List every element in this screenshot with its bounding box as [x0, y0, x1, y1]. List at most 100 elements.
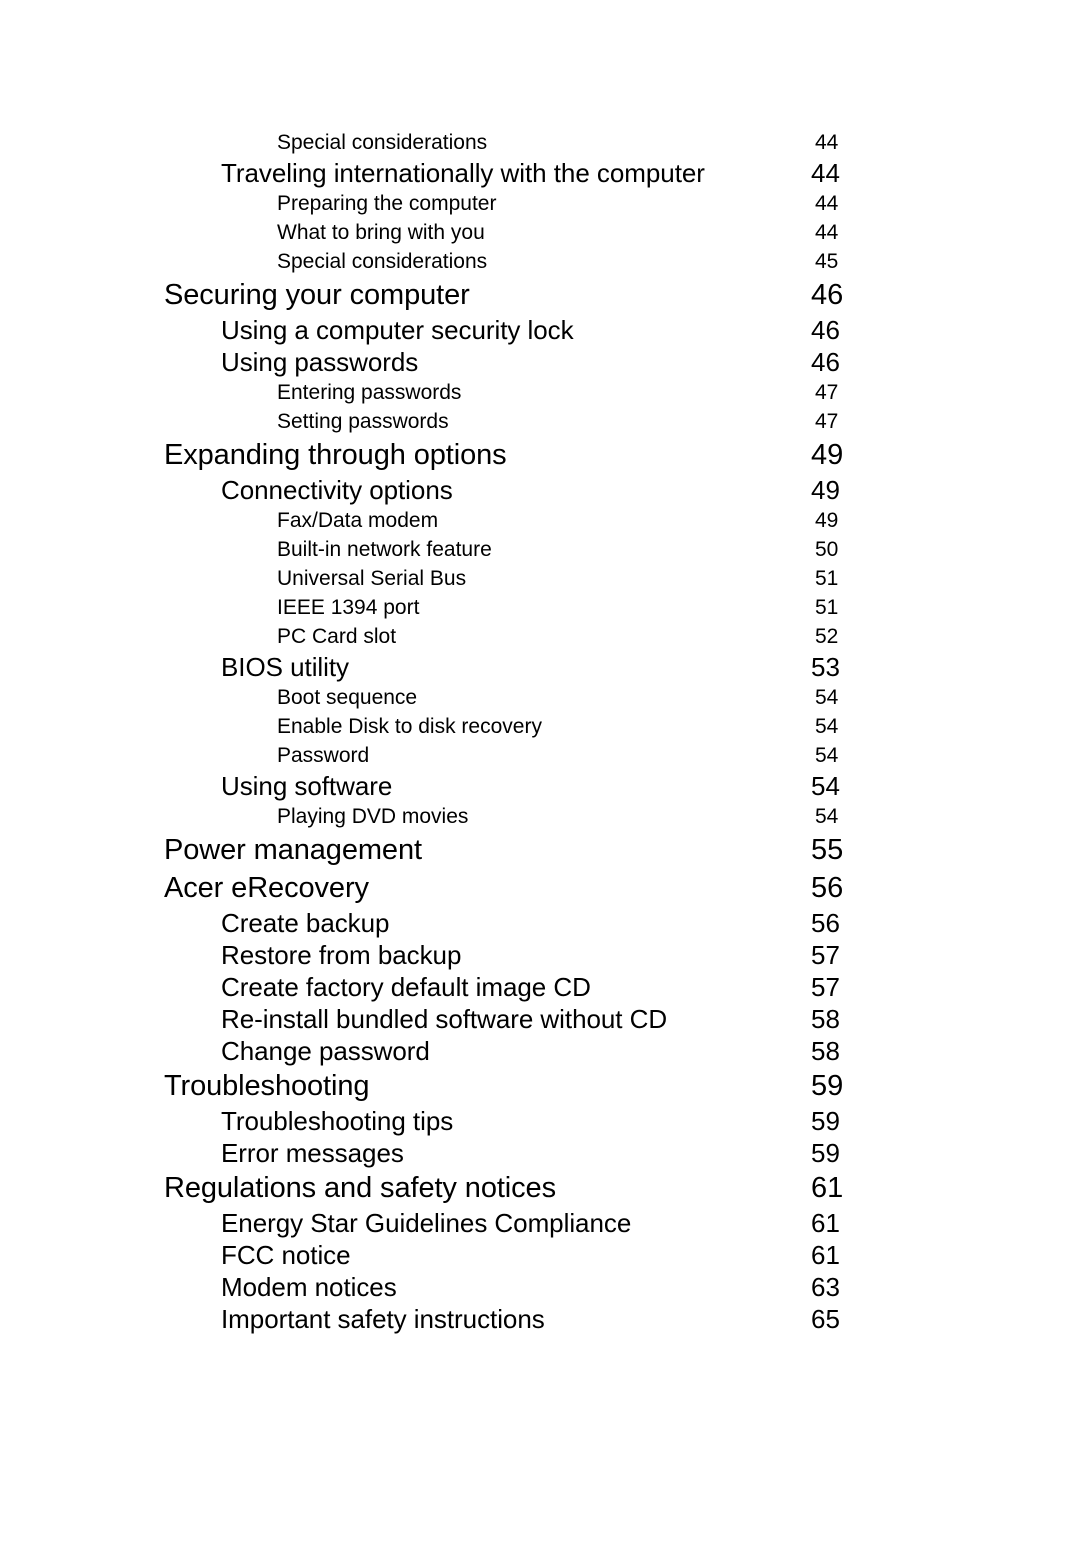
toc-entry[interactable]: Troubleshooting 59	[0, 1067, 1080, 1105]
toc-entry-page-number: 63	[811, 1272, 840, 1302]
toc-entry[interactable]: Boot sequence 54	[0, 683, 1080, 712]
toc-entry-label: Enable Disk to disk recovery	[277, 715, 542, 738]
toc-entry-page-number: 47	[815, 381, 839, 404]
toc-entry-label: Fax/Data modem	[277, 509, 439, 532]
toc-entry[interactable]: Using passwords 46	[0, 346, 1080, 378]
toc-entry[interactable]: Traveling internationally with the compu…	[0, 157, 1080, 189]
toc-entry-page-number: 54	[815, 744, 839, 767]
toc-entry[interactable]: Using a computer security lock 46	[0, 314, 1080, 346]
toc-entry-label: PC Card slot	[277, 625, 397, 648]
toc-entry-page-number: 44	[811, 158, 840, 188]
toc-entry-label: What to bring with you	[277, 221, 485, 244]
toc-entry[interactable]: PC Card slot 52	[0, 622, 1080, 651]
toc-entry[interactable]: Power management 55	[0, 831, 1080, 869]
toc-entry-label: Connectivity options	[221, 475, 453, 505]
toc-entry[interactable]: Expanding through options 49	[0, 436, 1080, 474]
toc-entry-label: IEEE 1394 port	[277, 596, 420, 619]
toc-entry-page-number: 56	[811, 908, 840, 938]
toc-entry[interactable]: Fax/Data modem 49	[0, 506, 1080, 535]
toc-entry-page-number: 49	[811, 439, 844, 471]
toc-entry-page-number: 45	[815, 250, 839, 273]
toc-entry[interactable]: Password 54	[0, 741, 1080, 770]
toc-entry-page-number: 51	[815, 596, 839, 619]
toc-entry-page-number: 65	[811, 1304, 840, 1334]
toc-entry[interactable]: Connectivity options 49	[0, 474, 1080, 506]
toc-entry-page-number: 54	[811, 771, 840, 801]
toc-entry-page-number: 46	[811, 279, 844, 311]
toc-entry[interactable]: Built-in network feature 50	[0, 535, 1080, 564]
toc-entry-label: Password	[277, 744, 370, 767]
toc-entry-label: Securing your computer	[164, 279, 470, 311]
toc-entry-page-number: 57	[811, 972, 840, 1002]
toc-entry-label: Entering passwords	[277, 381, 462, 404]
toc-entry-page-number: 44	[815, 192, 839, 215]
toc-entry[interactable]: Using software 54	[0, 770, 1080, 802]
toc-entry-page-number: 61	[811, 1172, 844, 1204]
toc-entry-page-number: 55	[811, 834, 844, 866]
toc-entry[interactable]: Restore from backup 57	[0, 939, 1080, 971]
toc-entry-label: Using software	[221, 771, 393, 801]
toc-entry[interactable]: Energy Star Guidelines Compliance 61	[0, 1207, 1080, 1239]
toc-entry-page-number: 56	[811, 872, 844, 904]
toc-entry-page-number: 51	[815, 567, 839, 590]
toc-entry-page-number: 44	[815, 221, 839, 244]
toc-entry-label: Restore from backup	[221, 940, 462, 970]
toc-entry-label: BIOS utility	[221, 652, 349, 682]
toc-entry-page-number: 46	[811, 347, 840, 377]
toc-entry-page-number: 61	[811, 1208, 840, 1238]
toc-entry-page-number: 53	[811, 652, 840, 682]
toc-entry-label: Important safety instructions	[221, 1304, 545, 1334]
toc-entry-page-number: 46	[811, 315, 840, 345]
toc-entry-page-number: 61	[811, 1240, 840, 1270]
toc-entry-label: Modem notices	[221, 1272, 397, 1302]
toc-entry[interactable]: Acer eRecovery 56	[0, 869, 1080, 907]
toc-entry-page-number: 58	[811, 1036, 840, 1066]
toc-entry-label: Troubleshooting	[164, 1070, 370, 1102]
toc-entry[interactable]: Universal Serial Bus 51	[0, 564, 1080, 593]
toc-entry[interactable]: Entering passwords 47	[0, 378, 1080, 407]
toc-entry[interactable]: Change password 58	[0, 1035, 1080, 1067]
toc-entry[interactable]: What to bring with you 44	[0, 218, 1080, 247]
toc-entry[interactable]: Setting passwords 47	[0, 407, 1080, 436]
toc-entry-page-number: 58	[811, 1004, 840, 1034]
toc-entry-label: Traveling internationally with the compu…	[221, 158, 705, 188]
toc-entry[interactable]: Modem notices 63	[0, 1271, 1080, 1303]
toc-entry-label: FCC notice	[221, 1240, 351, 1270]
toc-entry[interactable]: Important safety instructions 65	[0, 1303, 1080, 1335]
toc-entry-page-number: 44	[815, 131, 839, 154]
toc-entry-label: Re-install bundled software without CD	[221, 1004, 668, 1034]
toc-entry[interactable]: Enable Disk to disk recovery 54	[0, 712, 1080, 741]
toc-entry[interactable]: Troubleshooting tips 59	[0, 1105, 1080, 1137]
toc-entry[interactable]: BIOS utility 53	[0, 651, 1080, 683]
toc-entry-page-number: 47	[815, 410, 839, 433]
toc-entry[interactable]: Create backup 56	[0, 907, 1080, 939]
toc-entry[interactable]: Re-install bundled software without CD 58	[0, 1003, 1080, 1035]
toc-entry[interactable]: Special considerations 44	[0, 128, 1080, 157]
toc-entry-label: Special considerations	[277, 131, 488, 154]
toc-entry-label: Energy Star Guidelines Compliance	[221, 1208, 632, 1238]
toc-entry-page-number: 54	[815, 686, 839, 709]
toc-entry[interactable]: Regulations and safety notices 61	[0, 1169, 1080, 1207]
toc-entry[interactable]: Special considerations 45	[0, 247, 1080, 276]
toc-entry-label: Acer eRecovery	[164, 872, 369, 904]
toc-entry-label: Expanding through options	[164, 439, 507, 471]
toc-entry-label: Boot sequence	[277, 686, 418, 709]
toc-entry[interactable]: Error messages 59	[0, 1137, 1080, 1169]
toc-entry[interactable]: FCC notice 61	[0, 1239, 1080, 1271]
toc-entry-label: Built-in network feature	[277, 538, 492, 561]
table-of-contents: Special considerations 44 Traveling intern…	[0, 128, 1080, 1335]
toc-entry-label: Using passwords	[221, 347, 419, 377]
toc-entry-page-number: 59	[811, 1138, 840, 1168]
toc-entry-label: Create backup	[221, 908, 390, 938]
toc-entry[interactable]: IEEE 1394 port 51	[0, 593, 1080, 622]
toc-entry-page-number: 50	[815, 538, 839, 561]
toc-entry[interactable]: Preparing the computer 44	[0, 189, 1080, 218]
toc-entry[interactable]: Playing DVD movies 54	[0, 802, 1080, 831]
toc-entry-label: Create factory default image CD	[221, 972, 591, 1002]
toc-entry-page-number: 49	[815, 509, 839, 532]
toc-entry-label: Change password	[221, 1036, 430, 1066]
toc-entry-label: Playing DVD movies	[277, 805, 469, 828]
toc-entry[interactable]: Create factory default image CD 57	[0, 971, 1080, 1003]
toc-entry-label: Preparing the computer	[277, 192, 497, 215]
toc-entry[interactable]: Securing your computer 46	[0, 276, 1080, 314]
